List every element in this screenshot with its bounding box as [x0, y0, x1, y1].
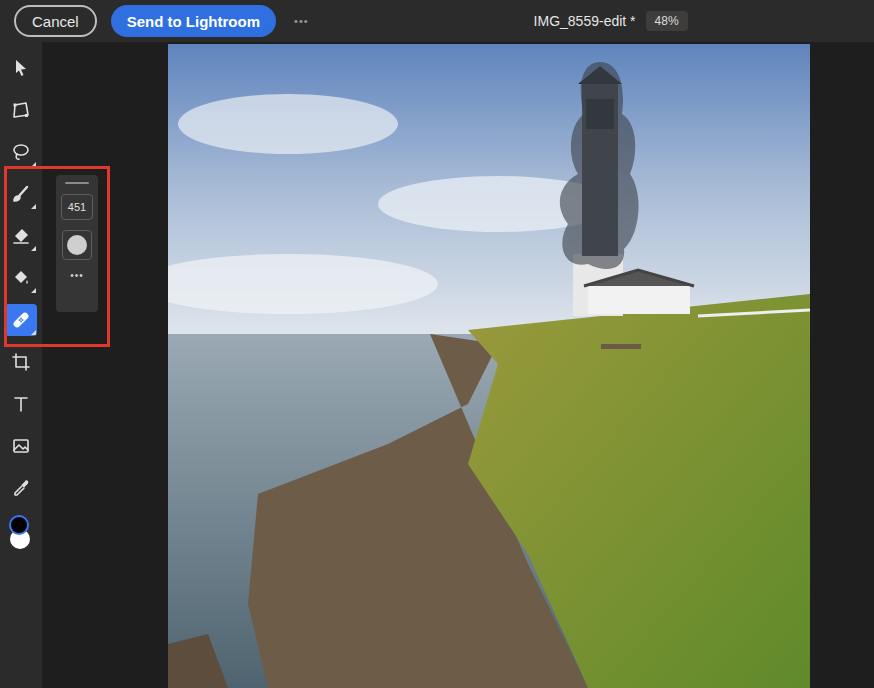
brush-shape-icon — [67, 235, 87, 255]
tool-button[interactable] — [5, 304, 37, 336]
lighthouse-photo — [168, 44, 810, 688]
transform-icon — [11, 100, 31, 120]
flyout-indicator — [31, 204, 36, 209]
brush-shape-button[interactable] — [62, 230, 92, 260]
document-info: IMG_8559-edit * 48% — [534, 11, 688, 31]
tool-button[interactable] — [5, 472, 37, 504]
eyedropper-icon — [11, 478, 31, 498]
document-title: IMG_8559-edit * — [534, 13, 636, 29]
zoom-field[interactable]: 48% — [646, 11, 688, 31]
brush-size-field[interactable]: 451 — [61, 194, 93, 220]
flyout-indicator — [31, 162, 36, 167]
flyout-indicator — [31, 330, 36, 335]
photo-canvas[interactable] — [168, 44, 810, 688]
image-icon — [11, 436, 31, 456]
fill-icon — [11, 268, 31, 288]
crop-icon — [11, 352, 31, 372]
brush-icon — [11, 184, 31, 204]
tool-button[interactable] — [5, 178, 37, 210]
tool-button[interactable] — [5, 346, 37, 378]
heal-icon — [11, 310, 31, 330]
tool-button[interactable] — [5, 52, 37, 84]
tool-button[interactable] — [5, 94, 37, 126]
eraser-icon — [11, 226, 31, 246]
tool-button[interactable] — [5, 430, 37, 462]
flyout-indicator — [31, 288, 36, 293]
color-swatches[interactable] — [6, 515, 36, 555]
lasso-icon — [11, 142, 31, 162]
tool-button[interactable] — [5, 136, 37, 168]
send-to-lightroom-button[interactable]: Send to Lightroom — [111, 5, 276, 37]
flyout-indicator — [31, 246, 36, 251]
top-bar: Cancel Send to Lightroom ••• IMG_8559-ed… — [0, 0, 874, 42]
brush-more-button[interactable]: ••• — [70, 270, 84, 281]
drag-handle[interactable] — [65, 182, 89, 184]
brush-options-flyout: 451 ••• — [56, 175, 98, 312]
tool-button[interactable] — [5, 262, 37, 294]
tool-button[interactable] — [5, 220, 37, 252]
tool-button[interactable] — [5, 388, 37, 420]
highlight-frame — [4, 166, 110, 347]
more-button[interactable]: ••• — [294, 15, 309, 27]
foreground-color-swatch[interactable] — [9, 515, 29, 535]
main-area — [0, 42, 874, 688]
select-icon — [11, 58, 31, 78]
toolbar — [0, 42, 42, 688]
editor-window: Cancel Send to Lightroom ••• IMG_8559-ed… — [0, 0, 874, 688]
workspace — [42, 42, 874, 688]
text-icon — [11, 394, 31, 414]
cancel-button[interactable]: Cancel — [14, 5, 97, 37]
